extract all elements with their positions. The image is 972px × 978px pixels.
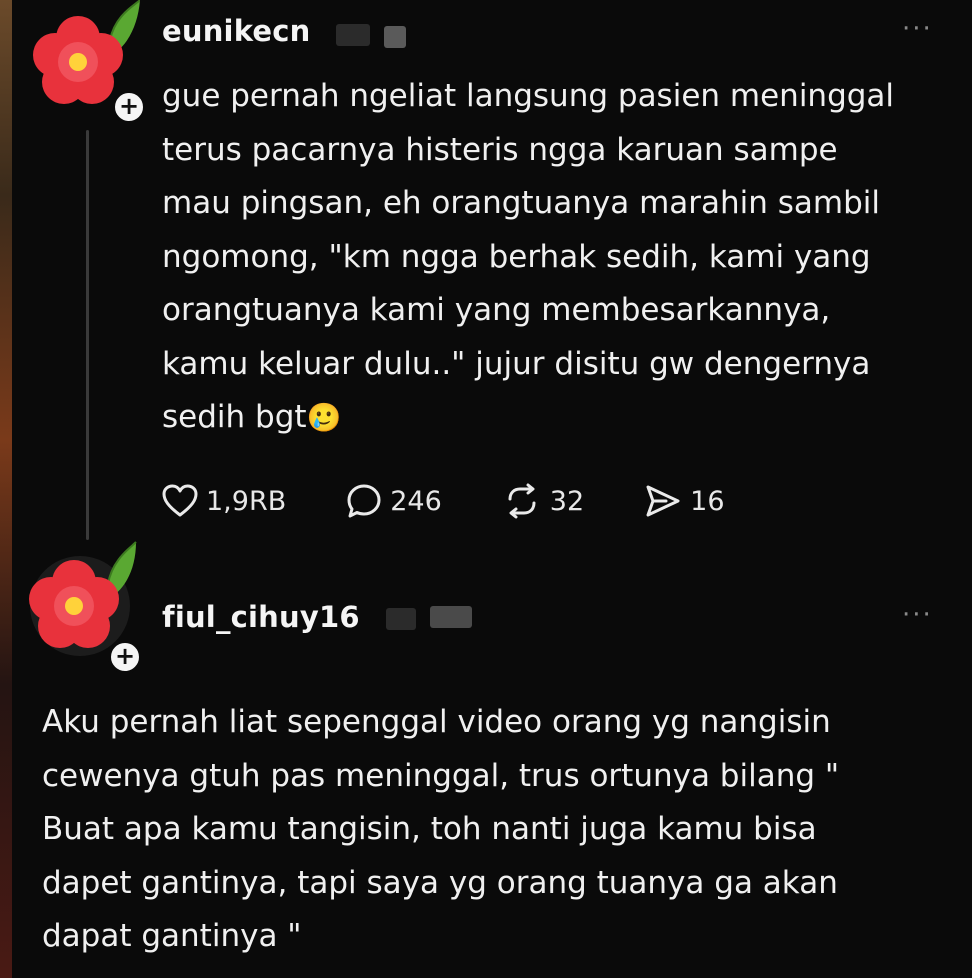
post-text-eunikecn: gue pernah ngeliat langsung pasien menin… (162, 70, 962, 445)
left-edge-strip (0, 0, 12, 978)
blurred-timestamp (336, 24, 370, 46)
username-fiul-cihuy16[interactable]: fiul_cihuy16 (162, 600, 360, 634)
blurred-timestamp (386, 608, 416, 630)
blurred-badge (384, 26, 406, 48)
follow-plus-icon[interactable]: + (108, 640, 142, 674)
thread-connector-line (86, 130, 89, 540)
share-button[interactable]: 16 (644, 483, 725, 519)
repost-button[interactable]: 32 (502, 483, 584, 519)
post-actions-bar: 1,9RB 246 32 16 (162, 476, 725, 526)
avatar-fiul-cihuy16[interactable] (20, 540, 137, 656)
blurred-badge (430, 606, 472, 628)
share-count: 16 (690, 485, 725, 517)
avatar-eunikecn[interactable] (20, 0, 140, 104)
emoji-crying-smile: 🥲 (306, 401, 342, 434)
username-eunikecn[interactable]: eunikecn (162, 14, 311, 48)
repost-icon (508, 483, 536, 519)
follow-plus-icon[interactable]: + (112, 90, 146, 124)
comment-count: 246 (390, 485, 442, 517)
post-text-fiul-cihuy16: Aku pernah liat sepenggal video orang yg… (42, 704, 840, 954)
send-icon (646, 485, 680, 517)
more-options-button[interactable]: ··· (902, 600, 933, 630)
more-options-button[interactable]: ··· (902, 14, 933, 44)
speech-bubble-icon (347, 484, 381, 518)
post-body: gue pernah ngeliat langsung pasien menin… (162, 78, 895, 435)
like-button[interactable]: 1,9RB (162, 484, 286, 518)
heart-icon (162, 484, 198, 517)
like-count: 1,9RB (206, 485, 287, 517)
comment-button[interactable]: 246 (346, 483, 442, 519)
repost-count: 32 (549, 485, 585, 517)
